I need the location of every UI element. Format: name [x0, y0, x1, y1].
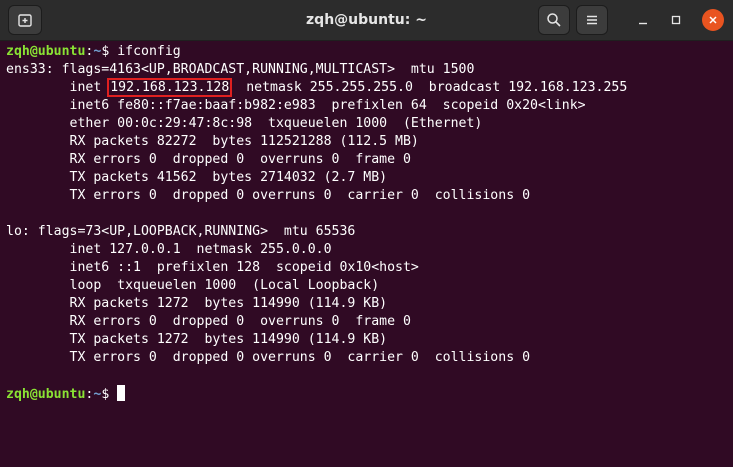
ens33-rx-errors-line: RX errors 0 dropped 0 overruns 0 frame 0	[6, 152, 411, 167]
ens33-inet-line: inet 192.168.123.128 netmask 255.255.255…	[6, 78, 733, 97]
title-bar[interactable]: zqh@ubuntu: ~	[0, 0, 733, 41]
window-title: zqh@ubuntu: ~	[306, 12, 427, 28]
close-icon	[709, 16, 717, 24]
new-tab-icon	[18, 14, 32, 27]
ens33-inet-rest: netmask 255.255.255.0 broadcast 192.168.…	[230, 80, 628, 95]
new-tab-button[interactable]	[8, 5, 42, 35]
lo-flags-line: lo: flags=73<UP,LOOPBACK,RUNNING> mtu 65…	[6, 224, 356, 239]
terminal-output[interactable]: zqh@ubuntu:~$ ifconfig ens33: flags=4163…	[0, 41, 733, 467]
maximize-button[interactable]	[665, 9, 687, 31]
lo-rx-errors-line: RX errors 0 dropped 0 overruns 0 frame 0	[6, 314, 411, 329]
ens33-rx-packets-line: RX packets 82272 bytes 112521288 (112.5 …	[6, 134, 419, 149]
prompt-user: zqh@ubuntu	[6, 44, 86, 59]
hamburger-menu-icon	[587, 15, 597, 25]
ens33-inet6-line: inet6 fe80::f7ae:baaf:b982:e983 prefixle…	[6, 98, 586, 113]
highlighted-ip-address: 192.168.123.128	[107, 78, 233, 97]
ens33-tx-packets-line: TX packets 41562 bytes 2714032 (2.7 MB)	[6, 170, 388, 185]
lo-rx-packets-line: RX packets 1272 bytes 114990 (114.9 KB)	[6, 296, 388, 311]
ens33-tx-errors-line: TX errors 0 dropped 0 overruns 0 carrier…	[6, 188, 531, 203]
lo-inet-line: inet 127.0.0.1 netmask 255.0.0.0	[6, 242, 332, 257]
prompt-user: zqh@ubuntu	[6, 387, 86, 402]
command-line: zqh@ubuntu:~$ ifconfig	[6, 43, 733, 61]
search-icon	[547, 13, 561, 27]
search-button[interactable]	[538, 5, 570, 35]
prompt-symbol: $	[101, 387, 118, 402]
lo-tx-errors-line: TX errors 0 dropped 0 overruns 0 carrier…	[6, 350, 531, 365]
terminal-window: zqh@ubuntu: ~ zqh@ubuntu:~$ ifconfig ens…	[0, 0, 733, 467]
minimize-button[interactable]	[632, 9, 654, 31]
lo-tx-packets-line: TX packets 1272 bytes 114990 (114.9 KB)	[6, 332, 388, 347]
ens33-flags-line: ens33: flags=4163<UP,BROADCAST,RUNNING,M…	[6, 62, 475, 77]
lo-inet6-line: inet6 ::1 prefixlen 128 scopeid 0x10<hos…	[6, 260, 419, 275]
ens33-ether-line: ether 00:0c:29:47:8c:98 txqueuelen 1000 …	[6, 116, 483, 131]
close-button[interactable]	[702, 9, 724, 31]
command-text: ifconfig	[117, 44, 181, 59]
minimize-icon	[639, 22, 647, 25]
text-cursor	[117, 385, 126, 401]
prompt-line[interactable]: zqh@ubuntu:~$	[6, 385, 733, 403]
prompt-symbol: $	[101, 44, 118, 59]
menu-button[interactable]	[576, 5, 608, 35]
lo-loop-line: loop txqueuelen 1000 (Local Loopback)	[6, 278, 380, 293]
maximize-icon	[671, 15, 681, 25]
ens33-inet-label: inet	[6, 80, 110, 95]
